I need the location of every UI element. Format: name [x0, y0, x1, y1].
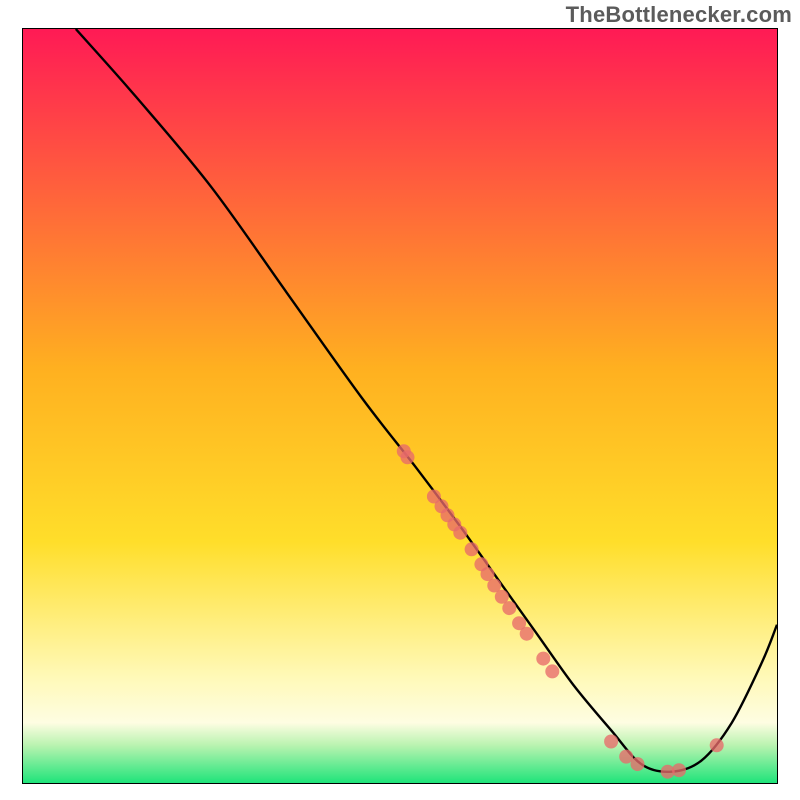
marker-dot — [631, 757, 645, 771]
marker-dot — [401, 450, 415, 464]
marker-dot — [710, 738, 724, 752]
curve-layer — [23, 29, 777, 783]
plot-frame — [22, 28, 778, 784]
marker-dot — [536, 652, 550, 666]
marker-dot — [502, 601, 516, 615]
marker-dot — [520, 627, 534, 641]
marker-dot — [453, 526, 467, 540]
marker-dot — [672, 763, 686, 777]
bottleneck-curve — [76, 29, 777, 772]
marker-group — [397, 444, 724, 779]
marker-dot — [545, 664, 559, 678]
attribution-label: TheBottlenecker.com — [566, 2, 792, 28]
marker-dot — [465, 542, 479, 556]
marker-dot — [604, 735, 618, 749]
chart-container: TheBottlenecker.com — [0, 0, 800, 800]
